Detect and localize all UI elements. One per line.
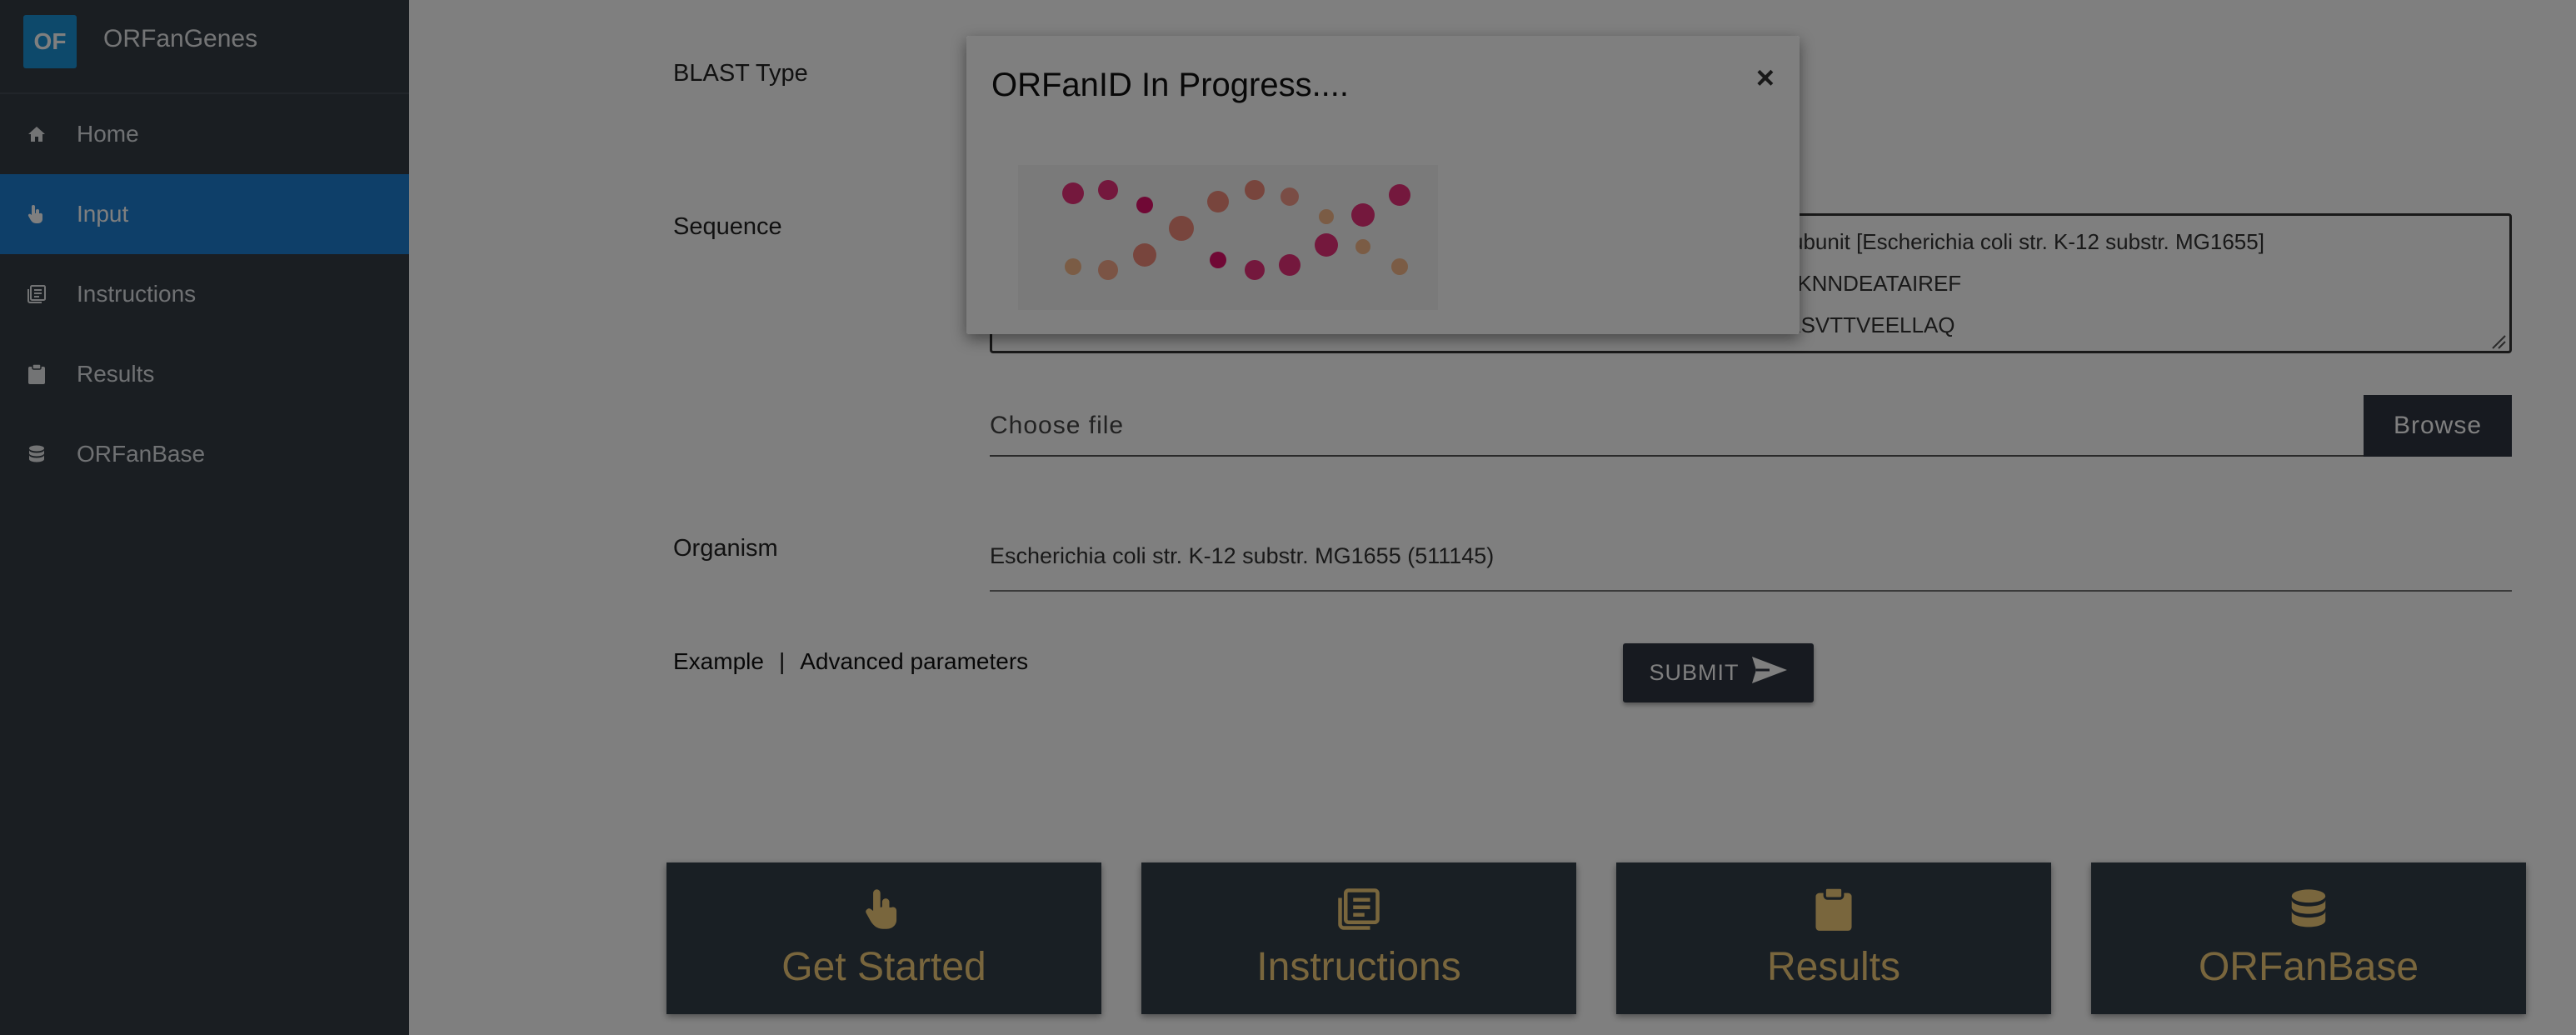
modal-dim-layer	[966, 36, 1800, 334]
progress-modal: ORFanID In Progress.... ×	[966, 36, 1800, 334]
